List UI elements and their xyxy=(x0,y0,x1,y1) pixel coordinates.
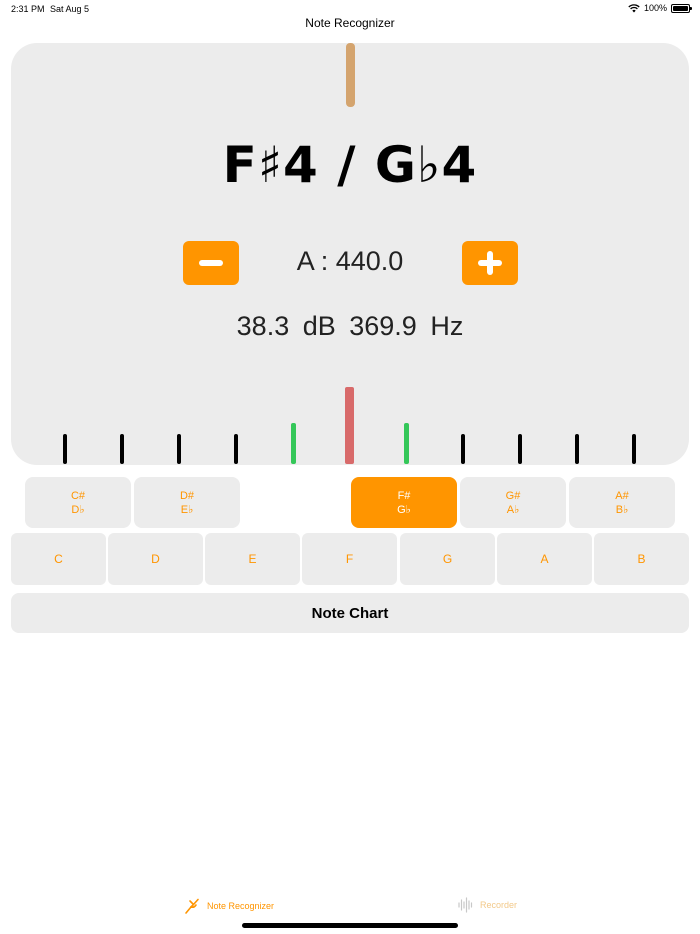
key-sharp-label: G# xyxy=(505,489,521,502)
tab-recorder[interactable]: Recorder xyxy=(458,897,517,913)
scale-tick xyxy=(632,434,636,464)
tab-note-recognizer[interactable]: Note Recognizer xyxy=(183,897,274,915)
key-flat-label: D♭ xyxy=(71,503,85,516)
key-e[interactable]: E xyxy=(205,533,300,585)
key-c-sharp[interactable]: C# D♭ xyxy=(25,477,131,528)
battery-percent: 100% xyxy=(643,3,667,13)
signal-readout: 38.3 dB 369.9 Hz xyxy=(11,311,689,342)
key-flat-label: B♭ xyxy=(615,503,629,516)
key-flat-label: E♭ xyxy=(180,503,194,516)
key-sharp-label: D# xyxy=(179,489,195,502)
detected-note: F♯4 / G♭4 xyxy=(222,136,478,194)
scale-tick xyxy=(234,434,238,464)
plus-icon xyxy=(478,251,502,275)
frequency-hz: 369.9 Hz xyxy=(349,311,464,341)
key-d[interactable]: D xyxy=(108,533,203,585)
reference-row: A : 440.0 xyxy=(11,241,689,286)
status-time: 2:31 PM xyxy=(11,4,45,14)
key-sharp-label: A# xyxy=(615,489,629,502)
key-a[interactable]: A xyxy=(497,533,592,585)
key-g[interactable]: G xyxy=(400,533,495,585)
scale-tick xyxy=(63,434,67,464)
note-chart-button[interactable]: Note Chart xyxy=(11,593,689,633)
reference-pitch: A : 440.0 xyxy=(296,246,404,276)
key-f[interactable]: F xyxy=(302,533,397,585)
page-title: Note Recognizer xyxy=(305,16,395,30)
tab-recorder-label: Recorder xyxy=(480,900,518,910)
key-flat-label: G♭ xyxy=(397,503,411,516)
key-g-sharp[interactable]: G# A♭ xyxy=(460,477,566,528)
key-f-sharp[interactable]: F# G♭ xyxy=(351,477,457,528)
waveform-icon xyxy=(458,897,473,913)
increase-reference-button[interactable] xyxy=(462,241,518,285)
status-right: 100% xyxy=(628,3,692,13)
wifi-icon xyxy=(628,3,640,12)
scale-tick xyxy=(120,434,124,464)
level-db: 38.3 dB xyxy=(236,311,336,341)
pitch-indicator xyxy=(346,43,355,107)
key-sharp-label: F# xyxy=(397,489,411,502)
scale-tick xyxy=(177,434,181,464)
tuning-fork-icon xyxy=(185,898,199,914)
tuner-panel: F♯4 / G♭4 A : 440.0 38.3 dB 369.9 Hz xyxy=(11,43,689,465)
key-flat-label: A♭ xyxy=(506,503,520,516)
scale-tick xyxy=(291,423,296,464)
status-date: Sat Aug 5 xyxy=(50,4,90,14)
home-indicator xyxy=(242,923,458,928)
key-sharp-label: C# xyxy=(70,489,86,502)
scale-tick xyxy=(404,423,409,464)
scale-tick xyxy=(518,434,522,464)
key-c[interactable]: C xyxy=(11,533,106,585)
key-b[interactable]: B xyxy=(594,533,689,585)
tab-note-recognizer-label: Note Recognizer xyxy=(207,901,275,911)
key-d-sharp[interactable]: D# E♭ xyxy=(134,477,240,528)
center-tick xyxy=(345,387,354,464)
scale-tick xyxy=(575,434,579,464)
battery-icon xyxy=(671,3,692,13)
scale-tick xyxy=(461,434,465,464)
key-a-sharp[interactable]: A# B♭ xyxy=(569,477,675,528)
